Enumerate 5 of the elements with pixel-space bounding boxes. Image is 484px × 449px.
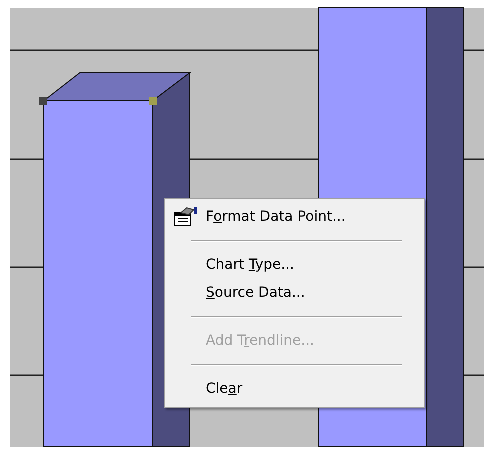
menu-item[interactable]: Chart Type...	[206, 256, 294, 274]
menu-item[interactable]: Format Data Point...	[206, 208, 346, 226]
menu-item[interactable]: Source Data...	[206, 284, 306, 302]
bar-drawing[interactable]	[39, 72, 192, 448]
menu-item[interactable]: Clear	[206, 380, 243, 398]
